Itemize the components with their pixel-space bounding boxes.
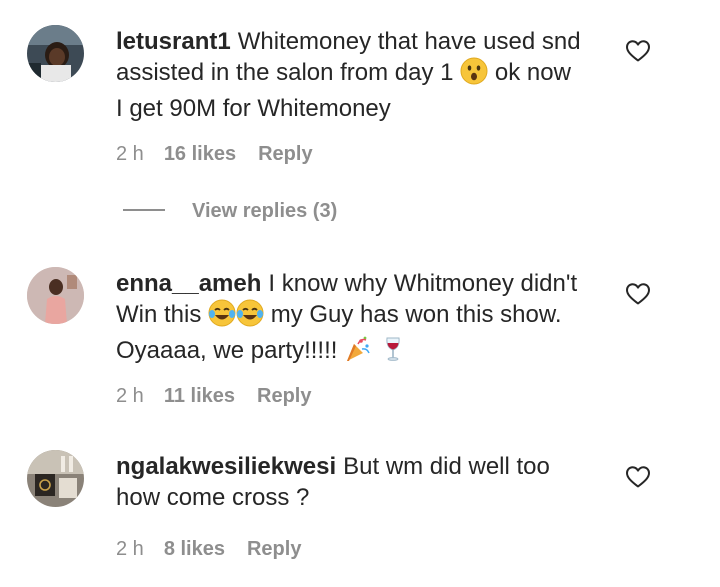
- comment-text: letusrant1 Whitemoney that have used snd …: [116, 28, 581, 122]
- comment-meta: 2 h 8 likes Reply: [116, 538, 301, 561]
- comment-meta: 2 h 16 likes Reply: [116, 143, 313, 166]
- likes-count[interactable]: 8 likes: [164, 538, 225, 561]
- astonished-face-icon: [460, 57, 488, 93]
- tears-of-joy-icon: [208, 299, 236, 335]
- wine-glass-icon: [379, 335, 407, 371]
- reply-button[interactable]: Reply: [247, 538, 301, 561]
- username[interactable]: letusrant1: [116, 28, 231, 55]
- comment-time: 2 h: [116, 143, 144, 165]
- view-replies-button[interactable]: View replies (3): [123, 200, 337, 228]
- tears-of-joy-icon: [236, 299, 264, 335]
- username[interactable]: enna__ameh: [116, 270, 261, 297]
- party-popper-icon: [344, 335, 372, 371]
- reply-button[interactable]: Reply: [257, 385, 311, 408]
- reply-button[interactable]: Reply: [258, 143, 312, 166]
- avatar[interactable]: [27, 450, 84, 507]
- comment-time: 2 h: [116, 385, 144, 407]
- avatar[interactable]: [27, 267, 84, 324]
- comment-time: 2 h: [116, 538, 144, 560]
- comment-text: enna__ameh I know why Whitmoney didn't Wi…: [116, 268, 606, 371]
- divider-line: [123, 208, 165, 211]
- likes-count[interactable]: 16 likes: [164, 143, 236, 166]
- like-heart-icon[interactable]: [625, 39, 651, 63]
- comment-meta: 2 h 11 likes Reply: [116, 385, 311, 408]
- comment-text: ngalakwesiliekwesi But wm did well too ho…: [116, 453, 550, 511]
- likes-count[interactable]: 11 likes: [164, 385, 235, 408]
- username[interactable]: ngalakwesiliekwesi: [116, 453, 336, 480]
- like-heart-icon[interactable]: [625, 282, 651, 306]
- avatar[interactable]: [27, 25, 84, 82]
- like-heart-icon[interactable]: [625, 465, 651, 489]
